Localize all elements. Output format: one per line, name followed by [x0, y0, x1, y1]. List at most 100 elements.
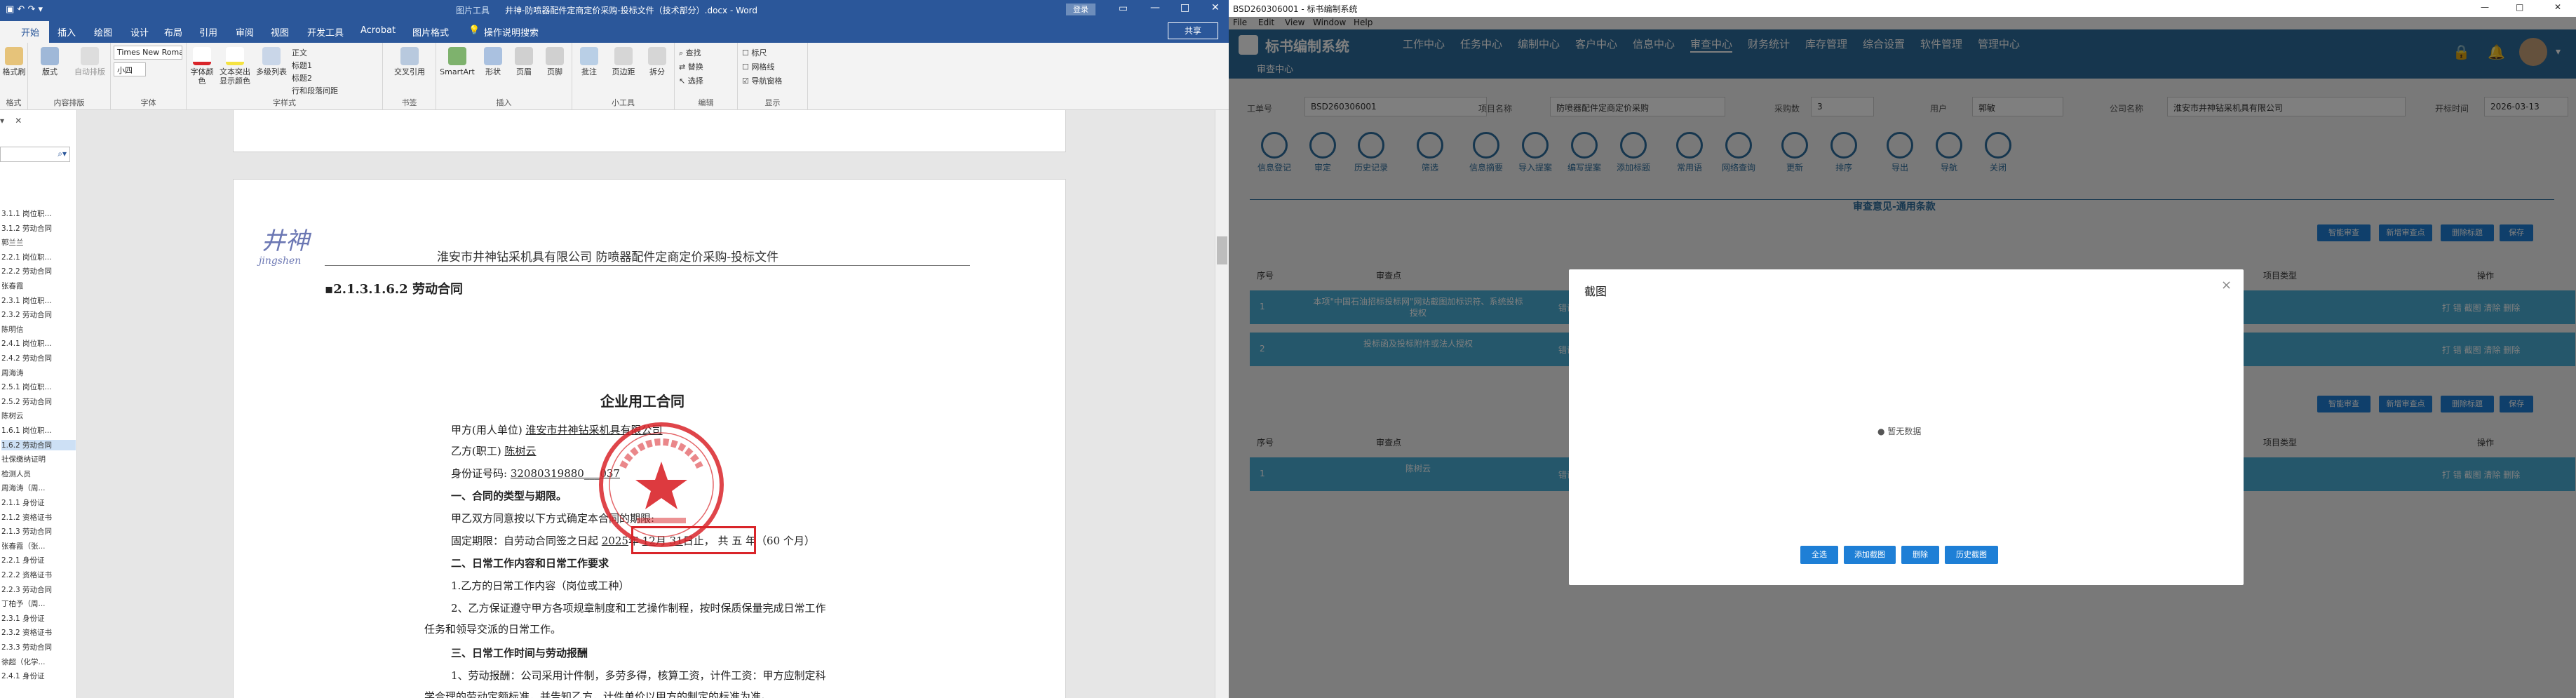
nav-heading-item[interactable]: 1.6.2 劳动合同	[1, 439, 76, 450]
nav-heading-item[interactable]: 3.1.2 劳动合同	[1, 223, 52, 234]
nav-heading-item[interactable]: 3.1.1 岗位职...	[1, 208, 52, 219]
split-button[interactable]: 拆分	[642, 47, 672, 76]
history-screenshot-button[interactable]: 历史截图	[1945, 546, 1998, 564]
nav-heading-item[interactable]: 2.1.3 劳动合同	[1, 526, 52, 537]
close-icon[interactable]: ✕	[1211, 2, 1220, 13]
shapes-button[interactable]: 形状	[478, 47, 508, 76]
cross-reference-button[interactable]: 交叉引用	[387, 47, 432, 76]
tab-view[interactable]: 视图	[271, 25, 289, 39]
nav-heading-item[interactable]: 2.2.1 岗位职...	[1, 252, 52, 262]
tab-developer[interactable]: 开发工具	[307, 25, 344, 39]
close-icon[interactable]: ✕	[2554, 2, 2561, 12]
auto-layout-button[interactable]: 自动排版	[70, 47, 109, 76]
format-painter-button[interactable]: 格式刷	[1, 47, 27, 76]
style-heading1[interactable]: 标题1	[292, 60, 312, 71]
nav-heading-item[interactable]: 2.3.3 劳动合同	[1, 642, 52, 652]
nav-heading-item[interactable]: 2.5.2 劳动合同	[1, 396, 52, 407]
style-normal[interactable]: 正文	[292, 47, 307, 58]
nav-heading-item[interactable]: 2.2.1 身份证	[1, 555, 45, 565]
nav-pane-controls[interactable]: ▾ ✕	[0, 116, 63, 126]
select-all-button[interactable]: 全选	[1800, 546, 1838, 564]
nav-heading-item[interactable]: 周海涛	[1, 368, 24, 378]
nav-heading-item[interactable]: 2.3.1 身份证	[1, 613, 45, 624]
margins-button[interactable]: 页边距	[606, 47, 641, 76]
smartart-button[interactable]: SmartArt	[438, 47, 477, 76]
font-size-select[interactable]: 小四	[114, 62, 146, 76]
nav-heading-item[interactable]: 2.2.3 劳动合同	[1, 584, 52, 595]
footer-button[interactable]: 页脚	[540, 47, 569, 76]
nav-heading-item[interactable]: 2.3.2 资格证书	[1, 627, 52, 638]
ribbon-display-icon[interactable]: ▭	[1119, 3, 1128, 14]
navigation-pane: ▾ ✕ ⌕▾ 3.1.1 岗位职... 3.1.2 劳动合同 郭兰兰 2.2.1 岗位…	[0, 110, 77, 698]
autosave-icon[interactable]: ▣ ↶ ↷ ▾	[6, 4, 43, 15]
tab-insert[interactable]: 插入	[58, 25, 76, 39]
highlight-icon	[226, 47, 244, 65]
layout-button[interactable]: 版式	[34, 47, 66, 76]
minimize-icon[interactable]: —	[1150, 2, 1160, 13]
style-heading2[interactable]: 标题2	[292, 72, 312, 83]
tab-home[interactable]: 开始	[21, 25, 39, 39]
delete-button[interactable]: 删除	[1901, 546, 1939, 564]
modal-overlay[interactable]: 截图 × ● 暂无数据 全选 添加截图 删除 历史截图	[1229, 17, 2576, 698]
nav-heading-item[interactable]: 张春霞	[1, 281, 24, 291]
nav-heading-item[interactable]: 检测人员	[1, 469, 31, 479]
multilevel-list-button[interactable]: 多级列表	[254, 47, 289, 76]
nav-heading-item[interactable]: 2.3.2 劳动合同	[1, 309, 52, 320]
tab-references[interactable]: 引用	[199, 25, 217, 39]
party-b-line: 乙方(职工) 陈树云	[451, 445, 537, 457]
maximize-icon[interactable]: □	[1180, 2, 1189, 13]
nav-heading-item[interactable]: 2.4.1 身份证	[1, 671, 45, 681]
highlight-button[interactable]: 文本突出显示颜色	[217, 47, 252, 86]
tab-layout[interactable]: 布局	[164, 25, 182, 39]
select-button[interactable]: ↖ 选择	[679, 75, 703, 86]
nav-heading-item[interactable]: 社保缴纳证明	[1, 454, 46, 464]
nav-heading-item[interactable]: 徐超（化学...	[1, 657, 46, 667]
nav-heading-item[interactable]: 陈树云	[1, 410, 24, 421]
nav-heading-item[interactable]: 郭兰兰	[1, 237, 24, 248]
list-icon	[262, 47, 281, 65]
font-color-button[interactable]: 字体颜色	[188, 47, 216, 86]
font-name-select[interactable]: Times New Roman	[114, 46, 182, 60]
nav-search-input[interactable]: ⌕▾	[0, 147, 70, 162]
nav-heading-item[interactable]: 2.4.1 岗位职...	[1, 338, 52, 349]
nav-heading-item[interactable]: 2.1.1 身份证	[1, 497, 45, 508]
tab-review[interactable]: 审阅	[236, 25, 254, 39]
tab-picture-format[interactable]: 图片格式	[412, 25, 449, 39]
brush-icon	[5, 47, 23, 65]
tell-me-search[interactable]: 操作说明搜索	[484, 25, 539, 39]
nav-heading-item[interactable]: 2.2.2 劳动合同	[1, 266, 52, 276]
group-show: ☐ 标尺 ☐ 网格线 ☑ 导航窗格 显示	[738, 43, 808, 110]
group-edit: ⌕ 查找 ⇄ 替换 ↖ 选择 编辑	[675, 43, 738, 110]
line-spacing-button[interactable]: 行和段落间距	[292, 85, 338, 96]
vertical-scrollbar[interactable]	[1215, 110, 1229, 698]
nav-heading-item[interactable]: 周海涛（周...	[1, 483, 46, 493]
nav-heading-item[interactable]: 2.4.2 劳动合同	[1, 353, 52, 363]
comment-button[interactable]: 批注	[574, 47, 605, 76]
tab-acrobat[interactable]: Acrobat	[360, 25, 396, 36]
nav-heading-item[interactable]: 2.1.2 资格证书	[1, 512, 52, 523]
minimize-icon[interactable]: —	[2481, 2, 2489, 12]
nav-heading-item[interactable]: 2.3.1 岗位职...	[1, 295, 52, 306]
tab-design[interactable]: 设计	[130, 25, 149, 39]
app-window: BSD260306001 - 标书编制系统 — □ ✕ File Edit Vi…	[1229, 0, 2576, 698]
share-button[interactable]: 共享	[1168, 22, 1218, 39]
nav-pane-checkbox[interactable]: ☑ 导航窗格	[742, 75, 782, 86]
nav-heading-item[interactable]: 1.6.1 岗位职...	[1, 425, 52, 436]
find-button[interactable]: ⌕ 查找	[679, 47, 701, 58]
maximize-icon[interactable]: □	[2516, 2, 2523, 12]
nav-heading-item[interactable]: 2.2.2 资格证书	[1, 570, 52, 580]
add-screenshot-button[interactable]: 添加截图	[1844, 546, 1896, 564]
nav-heading-item[interactable]: 张春霞（张...	[1, 541, 46, 551]
tab-draw[interactable]: 绘图	[94, 25, 112, 39]
nav-heading-item[interactable]: 2.5.1 岗位职...	[1, 382, 52, 392]
section-heading[interactable]: ▪2.1.3.1.6.2 劳动合同	[325, 279, 463, 297]
scroll-thumb[interactable]	[1217, 236, 1227, 264]
signin-button[interactable]: 登录	[1066, 4, 1095, 15]
header-button[interactable]: 页眉	[509, 47, 539, 76]
ruler-checkbox[interactable]: ☐ 标尺	[742, 47, 767, 58]
nav-heading-item[interactable]: 丁柏予（周...	[1, 598, 46, 609]
nav-heading-item[interactable]: 陈明信	[1, 324, 24, 335]
replace-button[interactable]: ⇄ 替换	[679, 61, 703, 72]
gridlines-checkbox[interactable]: ☐ 网格线	[742, 61, 774, 72]
modal-close-icon[interactable]: ×	[2221, 278, 2232, 293]
